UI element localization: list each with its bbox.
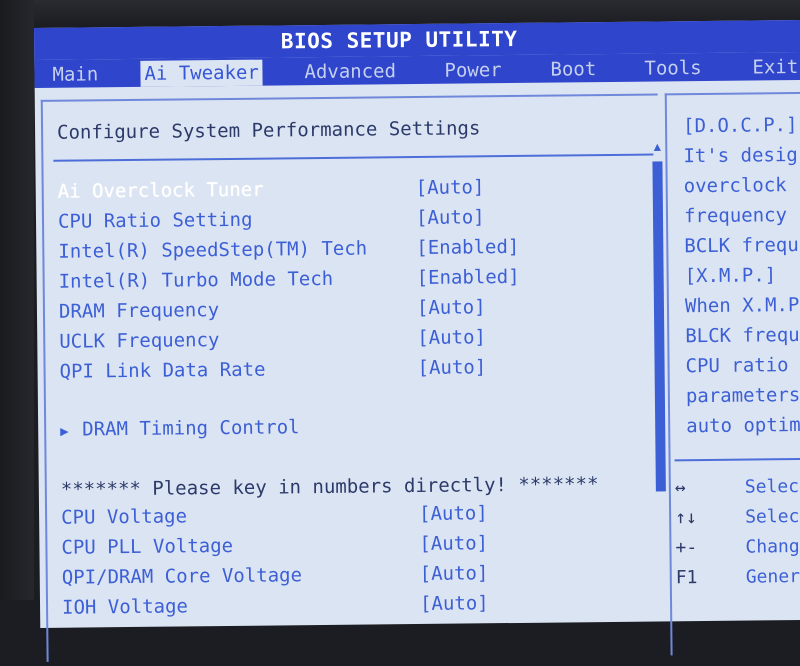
help-text-line: overclock	[683, 174, 787, 198]
setting-value[interactable]: [Auto]	[420, 589, 489, 618]
submenu-label: DRAM Timing Control	[82, 416, 300, 441]
key-help-desc: Selec	[744, 476, 800, 498]
section-title: Configure System Performance Settings	[56, 117, 481, 144]
setting-qpi-link-rate[interactable]: QPI Link Data Rate [Auto]	[59, 353, 486, 385]
setting-label: Intel(R) Turbo Mode Tech	[58, 267, 334, 293]
help-text-line: When X.M.P	[684, 294, 800, 318]
setting-label: DRAM Frequency	[58, 299, 220, 323]
help-divider	[674, 457, 800, 462]
help-text-line: [X.M.P.]	[684, 264, 777, 288]
tab-power[interactable]: Power	[440, 57, 505, 84]
scroll-up-arrow-icon[interactable]: ▲	[651, 139, 663, 157]
key-help-general: F1 Gener	[676, 562, 800, 593]
tab-exit[interactable]: Exit	[748, 54, 800, 81]
plus-minus-key: +-	[675, 537, 698, 559]
setting-cpu-voltage[interactable]: CPU Voltage [Auto]	[61, 499, 488, 531]
setting-value[interactable]: [Auto]	[420, 559, 489, 588]
setting-value[interactable]: [Auto]	[417, 323, 486, 352]
help-text-line: auto optim	[686, 413, 800, 438]
settings-pane: Configure System Performance Settings Ai…	[40, 93, 666, 662]
submenu-dram-timing-control[interactable]: ▶ DRAM Timing Control	[60, 413, 300, 446]
setting-label: Intel(R) SpeedStep(TM) Tech	[58, 237, 368, 263]
setting-label: CPU Voltage	[61, 505, 188, 529]
tab-ai-tweaker[interactable]: Ai Tweaker	[140, 59, 264, 87]
key-help-select-item: ↑↓ Selec	[675, 502, 799, 533]
setting-ai-overclock-tuner[interactable]: Ai Overclock Tuner [Auto]	[58, 173, 485, 205]
help-text-line: It's desig	[683, 144, 798, 168]
help-text-line: parameters	[685, 383, 800, 408]
tab-tools[interactable]: Tools	[640, 55, 705, 82]
setting-label: QPI/DRAM Core Voltage	[61, 564, 303, 589]
app-title: BIOS SETUP UTILITY	[280, 26, 518, 54]
key-help-desc: Chang	[745, 536, 800, 558]
setting-cpu-pll-voltage[interactable]: CPU PLL Voltage [Auto]	[61, 529, 488, 561]
left-right-arrows-icon: ↔	[674, 477, 686, 499]
help-text-line: CPU ratio	[685, 354, 789, 378]
tab-advanced[interactable]: Advanced	[300, 58, 400, 85]
setting-value[interactable]: [Auto]	[419, 499, 488, 528]
tab-boot[interactable]: Boot	[546, 56, 600, 83]
setting-value[interactable]: [Auto]	[416, 173, 485, 202]
help-text-line: [D.O.C.P.]	[682, 114, 798, 138]
setting-label: CPU PLL Voltage	[61, 534, 234, 559]
key-help-select-screen: ↔ Selec	[675, 472, 799, 503]
setting-qpi-dram-core-voltage[interactable]: QPI/DRAM Core Voltage [Auto]	[62, 559, 489, 591]
setting-value[interactable]: [Auto]	[419, 529, 488, 558]
setting-turbo-mode[interactable]: Intel(R) Turbo Mode Tech [Enabled]	[59, 263, 520, 296]
setting-value[interactable]: [Enabled]	[416, 263, 520, 292]
setting-label: CPU Ratio Setting	[57, 208, 253, 233]
scrollbar-thumb[interactable]	[652, 161, 666, 492]
help-text-line: BCLK frequ	[684, 234, 799, 258]
section-divider	[53, 153, 654, 162]
setting-value[interactable]: [Auto]	[416, 203, 485, 232]
setting-label: UCLK Frequency	[59, 329, 220, 353]
setting-value[interactable]: [Auto]	[417, 293, 486, 322]
tab-main[interactable]: Main	[48, 61, 102, 88]
help-pane: [D.O.C.P.] It's desig overclock frequenc…	[664, 91, 800, 656]
help-text-line: BLCK frequ	[685, 323, 800, 348]
up-down-arrows-icon: ↑↓	[675, 507, 697, 529]
f1-key: F1	[675, 567, 698, 589]
key-help-desc: Selec	[745, 506, 800, 528]
setting-label: QPI Link Data Rate	[59, 358, 266, 383]
key-help-change: +- Chang	[675, 532, 799, 563]
setting-value[interactable]: [Auto]	[417, 353, 486, 382]
setting-value[interactable]: [Enabled]	[416, 233, 519, 262]
monitor-bezel-left	[0, 0, 34, 600]
triangle-right-icon: ▶	[60, 423, 69, 440]
setting-ioh-voltage[interactable]: IOH Voltage [Auto]	[62, 589, 489, 621]
help-text-line: frequency	[683, 204, 788, 228]
key-help-desc: Gener	[745, 566, 800, 588]
setting-cpu-ratio[interactable]: CPU Ratio Setting [Auto]	[58, 203, 485, 235]
setting-dram-frequency[interactable]: DRAM Frequency [Auto]	[59, 293, 486, 325]
bios-screen: BIOS SETUP UTILITY Main Ai Tweaker Advan…	[34, 19, 800, 662]
setting-uclk-frequency[interactable]: UCLK Frequency [Auto]	[59, 323, 486, 355]
setting-speedstep[interactable]: Intel(R) SpeedStep(TM) Tech [Enabled]	[58, 233, 519, 266]
setting-label: IOH Voltage	[61, 595, 189, 619]
setting-label: Ai Overclock Tuner	[57, 178, 264, 203]
voltage-note: ******* Please key in numbers directly! …	[60, 473, 599, 501]
